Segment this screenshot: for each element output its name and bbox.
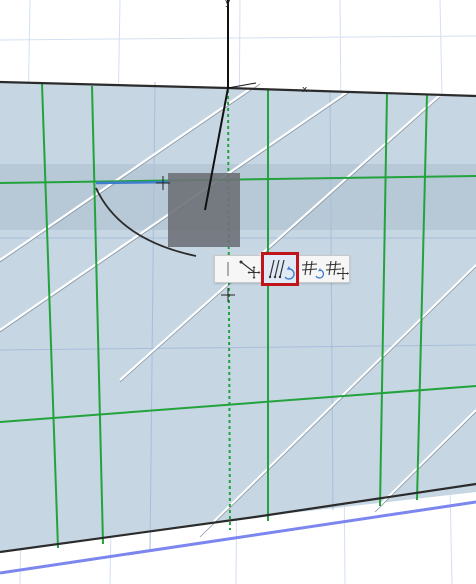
move-node-button[interactable] [237,257,263,281]
3d-viewport[interactable]: y x [0,0,476,584]
rotate-lines-button[interactable] [261,252,299,286]
rotate-grid-button[interactable] [301,257,325,281]
move-node-icon [239,260,261,279]
pet-separator: | [221,257,235,281]
y-axis-label: y [225,0,231,8]
selected-element[interactable] [168,173,240,247]
pet-palette[interactable]: | [214,252,350,286]
x-axis-label: x [302,85,308,95]
rotate-grid-icon [301,260,325,279]
rotate-lines-icon [268,259,295,280]
move-grid-icon [325,260,349,280]
separator-icon [227,262,229,276]
move-grid-button[interactable] [325,257,349,281]
